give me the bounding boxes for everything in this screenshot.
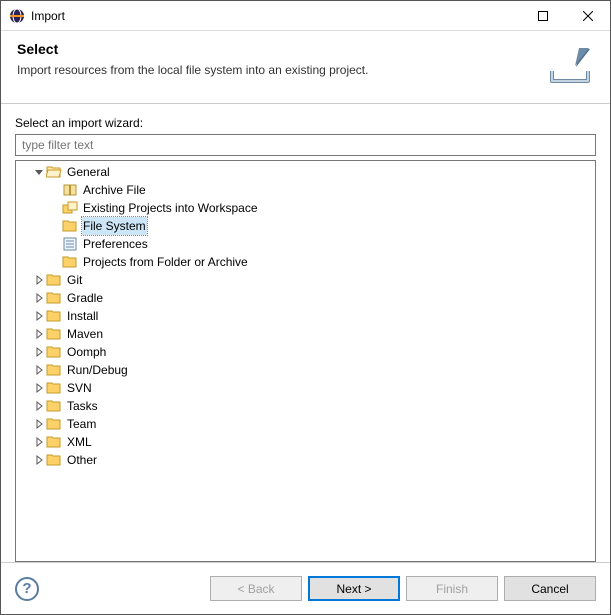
cancel-button[interactable]: Cancel [504,576,596,601]
wizard-footer: ? < Back Next > Finish Cancel [1,562,610,614]
tree-container[interactable]: GeneralArchive FileExisting Projects int… [15,160,596,562]
tree-item-label: SVN [66,379,93,397]
twisty-closed-icon[interactable] [32,401,46,411]
tree-item-label: Other [66,451,98,469]
folder-open-icon [46,164,62,180]
folder-icon [62,254,78,270]
twisty-closed-icon[interactable] [32,293,46,303]
tree-item-label: General [66,163,111,181]
twisty-closed-icon[interactable] [32,365,46,375]
folder-icon [46,290,62,306]
tree-item-label: Tasks [66,397,99,415]
twisty-closed-icon[interactable] [32,329,46,339]
page-title: Select [17,41,536,57]
tree-item-label: Archive File [82,181,147,199]
folder-icon [46,272,62,288]
tree-item-label: XML [66,433,93,451]
tree-item[interactable]: Team [16,415,595,433]
twisty-closed-icon[interactable] [32,437,46,447]
close-button[interactable] [565,1,610,30]
tree-item[interactable]: Gradle [16,289,595,307]
tree-item-label: Oomph [66,343,107,361]
tree-item-label: Existing Projects into Workspace [82,199,259,217]
tree-item-label: File System [82,217,147,235]
tree-item[interactable]: General [16,163,595,181]
tree-item[interactable]: XML [16,433,595,451]
twisty-closed-icon[interactable] [32,347,46,357]
tree-item[interactable]: Other [16,451,595,469]
tree-item-label: Maven [66,325,104,343]
tree-item-label: Gradle [66,289,104,307]
folder-icon [46,434,62,450]
tree-item[interactable]: File System [16,217,595,235]
twisty-closed-icon[interactable] [32,455,46,465]
next-button[interactable]: Next > [308,576,400,601]
tree-item[interactable]: Tasks [16,397,595,415]
finish-button: Finish [406,576,498,601]
maximize-button[interactable] [520,1,565,30]
tree-item-label: Preferences [82,235,149,253]
tree-item[interactable]: Run/Debug [16,361,595,379]
tree-item-label: Run/Debug [66,361,129,379]
tree-item[interactable]: Install [16,307,595,325]
title-bar: Import [1,1,610,31]
filter-input[interactable] [15,134,596,156]
tree-item[interactable]: Preferences [16,235,595,253]
folder-icon [46,452,62,468]
wizard-body: Select an import wizard: GeneralArchive … [1,104,610,562]
folder-icon [46,398,62,414]
tree-item-label: Projects from Folder or Archive [82,253,249,271]
tree-item[interactable]: Projects from Folder or Archive [16,253,595,271]
tree-item[interactable]: Maven [16,325,595,343]
tree-item-label: Git [66,271,83,289]
back-button: < Back [210,576,302,601]
twisty-closed-icon[interactable] [32,275,46,285]
twisty-closed-icon[interactable] [32,419,46,429]
twisty-closed-icon[interactable] [32,383,46,393]
wizard-select-label: Select an import wizard: [15,116,596,130]
app-icon [9,8,25,24]
folder-icon [46,308,62,324]
folder-icon [46,380,62,396]
tree-item[interactable]: SVN [16,379,595,397]
prefs-icon [62,236,78,252]
archive-icon [62,182,78,198]
tree-item[interactable]: Existing Projects into Workspace [16,199,595,217]
folder-icon [46,362,62,378]
help-button[interactable]: ? [15,577,39,601]
tree-item-label: Install [66,307,99,325]
tree-item[interactable]: Oomph [16,343,595,361]
folder-icon [46,344,62,360]
import-icon [546,41,594,89]
tree-item-label: Team [66,415,97,433]
folder-icon [62,218,78,234]
tree-item[interactable]: Archive File [16,181,595,199]
projects-icon [62,200,78,216]
folder-icon [46,416,62,432]
wizard-header: Select Import resources from the local f… [1,31,610,104]
twisty-closed-icon[interactable] [32,311,46,321]
window-title: Import [31,9,520,23]
import-tree[interactable]: GeneralArchive FileExisting Projects int… [16,163,595,469]
page-description: Import resources from the local file sys… [17,63,536,77]
tree-item[interactable]: Git [16,271,595,289]
folder-icon [46,326,62,342]
twisty-open-icon[interactable] [32,167,46,177]
